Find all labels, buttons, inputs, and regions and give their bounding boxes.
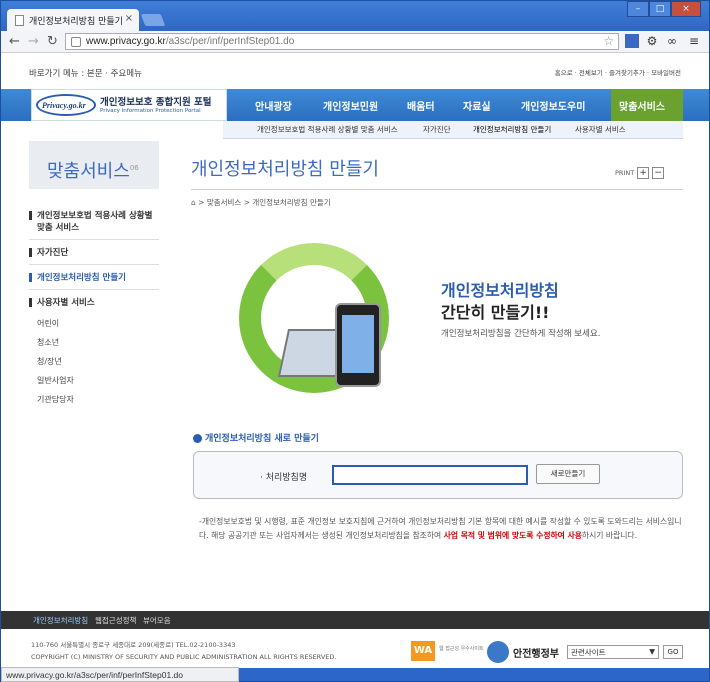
notice-text: -개인정보보호법 및 시행령, 표준 개인정보 보호지침에 근거하여 개인정보처…	[199, 515, 683, 543]
logo-mark: Privacy.go.kr	[36, 94, 96, 116]
menu-icon[interactable]: ≡	[687, 34, 701, 48]
incognito-icon[interactable]: ∞	[665, 34, 679, 48]
minimize-button[interactable]: –	[627, 1, 649, 17]
form-box: · 처리방침명 새로만들기	[193, 451, 683, 499]
subnav-item[interactable]: 자가진단	[423, 124, 451, 135]
side-item[interactable]: 개인정보보호법 적용사례 상황별 맞춤 서비스	[29, 203, 159, 240]
forward-icon[interactable]: →	[28, 34, 39, 49]
close-tab-icon[interactable]: ×	[125, 13, 133, 24]
page-info-icon	[71, 37, 81, 47]
page-tools: PRINT + −	[615, 167, 665, 179]
hero-description: 개인정보처리방침을 간단하게 작성해 보세요.	[441, 329, 601, 339]
side-item[interactable]: 자가진단	[29, 240, 159, 265]
sub-nav: 개인정보보호법 적용사례 상황별 맞춤 서비스 자가진단 개인정보처리방침 만들…	[223, 121, 683, 139]
side-item[interactable]: 사용자별 서비스	[29, 290, 159, 314]
url-path: /a3sc/per/inf/perInfStep01.do	[165, 36, 295, 47]
gear-icon[interactable]: ⚙	[645, 34, 659, 48]
policy-name-label: · 처리방침명	[260, 473, 308, 483]
logo-title: 개인정보보호 종합지원 포털	[100, 97, 212, 108]
status-bar: www.privacy.go.kr/a3sc/per/inf/perInfSte…	[1, 667, 239, 682]
footer-link[interactable]: 웹접근성정책	[95, 615, 136, 626]
side-subitem[interactable]: 기관담당자	[29, 390, 159, 409]
subnav-item-active[interactable]: 개인정보처리방침 만들기	[473, 124, 551, 135]
footer-bar: 개인정보처리방침 웹접근성정책 뷰어모음	[1, 611, 709, 629]
utility-links[interactable]: 홈으로 · 전체보기 · 즐겨찾기추가 · 모바일버전	[555, 67, 681, 77]
divider	[191, 189, 683, 190]
page-icon	[15, 15, 24, 26]
side-subitem[interactable]: 어린이	[29, 314, 159, 333]
browser-window: 개인정보처리방침 만들기 × – □ × ← → ↻ www.privacy.g…	[0, 0, 710, 682]
web-page: 바로가기 메뉴 : 본문 · 주요메뉴 홈으로 · 전체보기 · 즐겨찾기추가 …	[1, 53, 709, 668]
breadcrumb: ⌂ > 맞춤서비스 > 개인정보처리방침 만들기	[191, 198, 331, 207]
hero-title: 개인정보처리방침	[441, 281, 559, 300]
subnav-item[interactable]: 개인정보보호법 적용사례 상황별 맞춤 서비스	[257, 124, 398, 135]
notice-emphasis: 사업 목적 및 범위에 맞도록 수정하여 사용	[443, 531, 582, 540]
copyright-line: COPYRIGHT (C) MINISTRY OF SECURITY AND P…	[31, 653, 337, 661]
hero-subtitle: 간단히 만들기!!	[441, 303, 550, 322]
browser-tab[interactable]: 개인정보처리방침 만들기 ×	[7, 9, 139, 31]
gnb-item[interactable]: 안내광장	[255, 98, 292, 113]
address-line: 110-760 서울특별시 종로구 세종대로 209(세종로) TEL.02-2…	[31, 641, 236, 649]
go-button[interactable]: GO	[663, 645, 683, 659]
zoom-in-button[interactable]: +	[637, 167, 650, 179]
phone-graphic	[335, 303, 381, 387]
site-logo[interactable]: Privacy.go.kr 개인정보보호 종합지원 포털 Privacy Inf…	[31, 89, 227, 121]
side-title: 맞춤서비스	[47, 161, 130, 182]
back-icon[interactable]: ←	[9, 34, 20, 49]
side-item-active[interactable]: 개인정보처리방침 만들기	[29, 265, 159, 290]
gnb-item[interactable]: 배움터	[407, 98, 435, 113]
browser-toolbar: ← → ↻ www.privacy.go.kr/a3sc/per/inf/per…	[1, 31, 709, 53]
window-controls: – □ ×	[627, 1, 701, 17]
close-window-button[interactable]: ×	[671, 1, 701, 17]
side-number: 06	[129, 164, 139, 172]
form-heading-text: 개인정보처리방침 새로 만들기	[205, 434, 319, 444]
title-bar: 개인정보처리방침 만들기 × – □ ×	[1, 1, 709, 31]
tab-title: 개인정보처리방침 만들기	[29, 17, 123, 27]
footer-address: 110-760 서울특별시 종로구 세종대로 209(세종로) TEL.02-2…	[31, 639, 336, 663]
reload-icon[interactable]: ↻	[47, 34, 58, 49]
wa-mark-icon: WA	[411, 641, 435, 661]
side-menu: 개인정보보호법 적용사례 상황별 맞춤 서비스 자가진단 개인정보처리방침 만들…	[29, 203, 159, 409]
maximize-button[interactable]: □	[649, 1, 671, 17]
policy-name-input[interactable]	[332, 465, 528, 485]
ministry-name: 안전행정부	[513, 649, 559, 660]
wa-text: 웹 접근성 우수사이트	[439, 646, 484, 652]
side-subitem[interactable]: 일반사업자	[29, 371, 159, 390]
gnb-item[interactable]: 개인정보민원	[323, 98, 378, 113]
page-title: 개인정보처리방침 만들기	[191, 159, 379, 180]
skip-menu[interactable]: 바로가기 메뉴 : 본문 · 주요메뉴	[29, 67, 142, 79]
gnb-item-active[interactable]: 맞춤서비스	[611, 89, 683, 121]
side-heading: 맞춤서비스06	[29, 141, 159, 189]
address-bar[interactable]: www.privacy.go.kr/a3sc/per/inf/perInfSte…	[65, 33, 619, 50]
side-subitem[interactable]: 청소년	[29, 333, 159, 352]
gnb-item[interactable]: 개인정보도우미	[521, 98, 585, 113]
chevron-down-icon: ▼	[649, 647, 655, 656]
subnav-item[interactable]: 사용자별 서비스	[575, 124, 626, 135]
select-value: 관련사이트	[571, 648, 606, 657]
notice-part2: 하시기 바랍니다.	[581, 531, 638, 540]
footer-link[interactable]: 뷰어모음	[143, 615, 171, 626]
new-tab-button[interactable]	[140, 14, 166, 26]
logo-subtitle: Privacy Information Protection Portal	[100, 108, 201, 114]
gnb-item[interactable]: 자료실	[463, 98, 491, 113]
form-heading: 개인정보처리방침 새로 만들기	[193, 431, 319, 444]
zoom-out-button[interactable]: −	[652, 167, 665, 179]
create-button[interactable]: 새로만들기	[536, 464, 600, 484]
print-button[interactable]: PRINT	[615, 169, 634, 177]
government-emblem-icon	[487, 641, 509, 663]
side-subitem[interactable]: 청/장년	[29, 352, 159, 371]
bookmark-star-icon[interactable]: ☆	[603, 34, 614, 48]
hero-illustration	[231, 233, 391, 413]
related-sites-select[interactable]: 관련사이트 ▼	[567, 645, 659, 659]
footer-link[interactable]: 개인정보처리방침	[33, 615, 88, 626]
bullet-icon	[193, 434, 202, 443]
url-host: www.privacy.go.kr	[86, 36, 166, 47]
extension-icon[interactable]	[625, 34, 639, 48]
